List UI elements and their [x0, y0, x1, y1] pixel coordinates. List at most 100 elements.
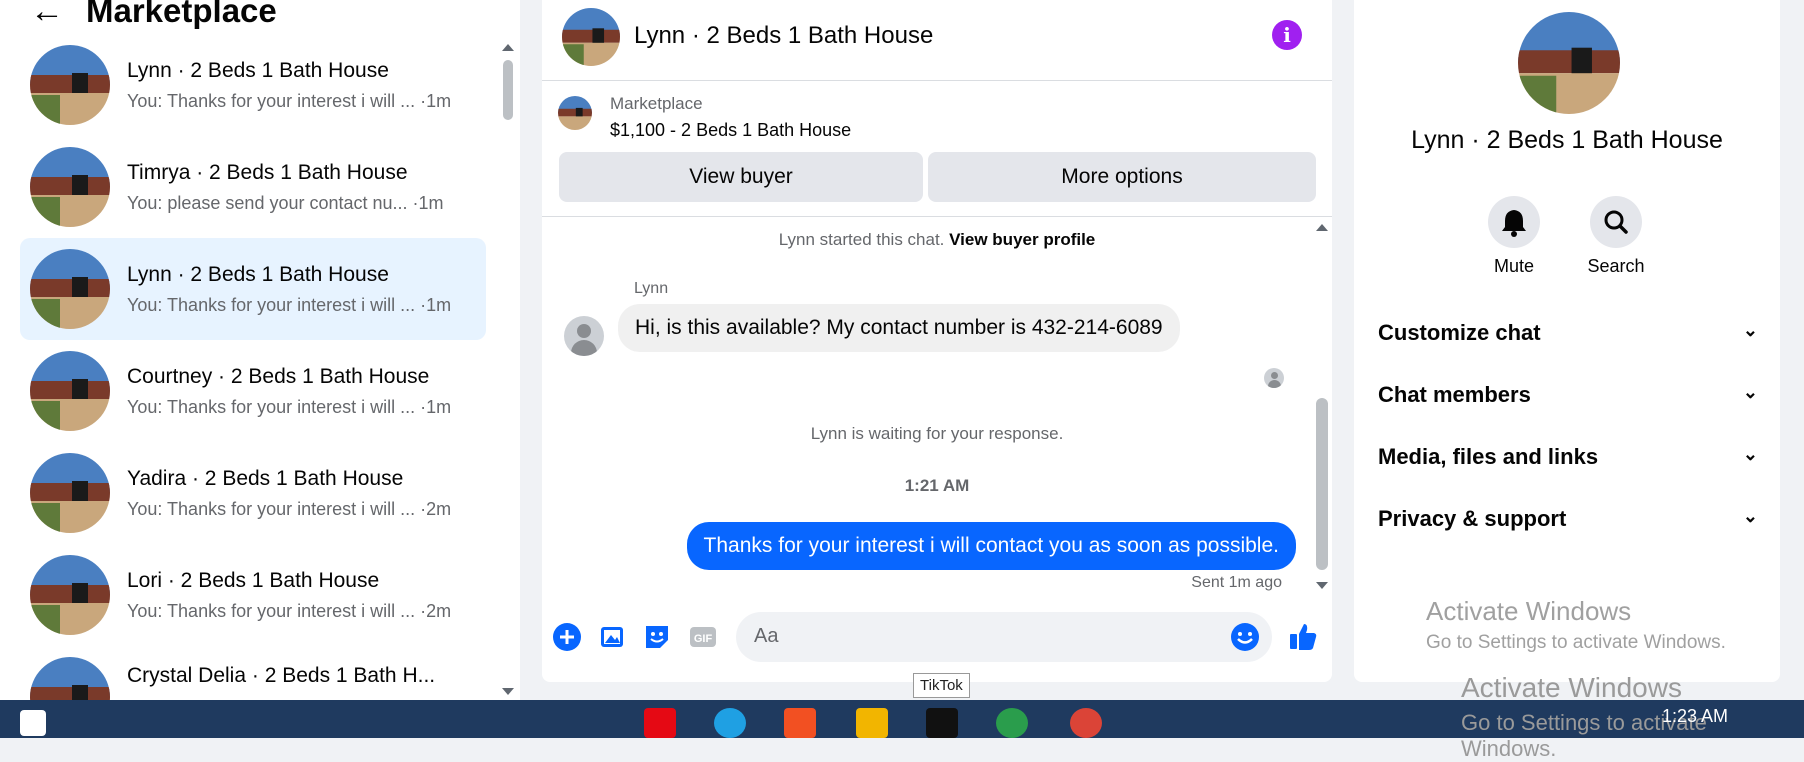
scroll-up-icon[interactable] — [1316, 224, 1328, 231]
scrollbar-thumb[interactable] — [503, 60, 513, 120]
scroll-down-icon[interactable] — [502, 688, 514, 695]
photo-icon[interactable] — [598, 622, 628, 652]
search-icon — [1590, 196, 1642, 248]
privacy-support-section[interactable]: Privacy & support ⌄ — [1378, 506, 1758, 532]
conversation-preview: You: please send your contact nu... ·1m — [127, 192, 444, 213]
conversation-preview: You: Thanks for your interest i will ...… — [127, 396, 452, 417]
windows-start-icon[interactable] — [20, 710, 46, 736]
chat-scrollbar[interactable] — [1312, 218, 1332, 598]
conversation-name: Lynn · 2 Beds 1 Bath House — [127, 262, 389, 286]
profile-name: Lynn · 2 Beds 1 Bath House — [1411, 126, 1723, 154]
conversation-name: Crystal Delia · 2 Beds 1 Bath H... — [127, 664, 436, 687]
avatar — [30, 657, 110, 700]
conversation-item[interactable]: Lori · 2 Beds 1 Bath House You: Thanks f… — [20, 544, 486, 646]
netflix-icon[interactable] — [644, 708, 676, 738]
conversation-preview: You: Thanks for your interest i will ...… — [127, 90, 452, 111]
conversation-preview: You: Thanks for your interest i will ...… — [127, 600, 452, 621]
avatar — [30, 453, 110, 533]
conversation-item[interactable]: Yadira · 2 Beds 1 Bath House You: Thanks… — [20, 442, 486, 544]
outgoing-message: Thanks for your interest i will contact … — [686, 522, 1296, 570]
incoming-message: Hi, is this available? My contact number… — [618, 304, 1180, 352]
avatar — [30, 351, 110, 431]
chat-details-panel: Lynn · 2 Beds 1 Bath House Mute Search C… — [1354, 0, 1780, 682]
section-label: Privacy & support — [1378, 506, 1567, 531]
conversation-item-active[interactable]: Lynn · 2 Beds 1 Bath House You: Thanks f… — [20, 238, 486, 340]
chevron-down-icon: ⌄ — [1742, 382, 1758, 402]
message-input[interactable]: Aa — [736, 612, 1272, 662]
scrollbar-thumb[interactable] — [1316, 398, 1328, 570]
conversation-preview: You: Thanks for your interest i will ...… — [127, 498, 452, 519]
arrow-left-icon[interactable]: ← — [30, 0, 64, 28]
conversation-name: Lynn · 2 Beds 1 Bath House — [127, 58, 389, 82]
avatar — [30, 249, 110, 329]
search-button[interactable]: Search — [1576, 196, 1656, 277]
conversation-name: Timrya · 2 Beds 1 Bath House — [127, 160, 408, 184]
chevron-down-icon: ⌄ — [1742, 320, 1758, 340]
sender-avatar — [564, 316, 604, 356]
avatar[interactable] — [562, 8, 620, 66]
view-buyer-button[interactable]: View buyer — [559, 152, 923, 202]
conversation-item[interactable]: Lynn · 2 Beds 1 Bath House You: Thanks f… — [20, 34, 486, 136]
scroll-down-icon[interactable] — [1316, 582, 1328, 589]
section-label: Media, files and links — [1378, 444, 1599, 469]
conversation-preview: You: Thanks for your interest i will ...… — [127, 294, 452, 315]
folder-icon[interactable] — [856, 708, 888, 738]
chat-start-text: Lynn started this chat. — [778, 230, 945, 249]
message-timestamp: 1:21 AM — [904, 476, 970, 495]
chat-members-section[interactable]: Chat members ⌄ — [1378, 382, 1758, 408]
mute-label: Mute — [1493, 256, 1535, 276]
waiting-notice: Lynn is waiting for your response. — [810, 424, 1064, 443]
conversation-name: Courtney · 2 Beds 1 Bath House — [127, 364, 430, 388]
chat-start-notice: Lynn started this chat. View buyer profi… — [542, 230, 1332, 250]
chrome-icon[interactable] — [996, 708, 1028, 738]
section-label: Customize chat — [1378, 320, 1541, 345]
more-options-button[interactable]: More options — [928, 152, 1316, 202]
scroll-up-icon[interactable] — [502, 44, 514, 51]
chat-header: Lynn · 2 Beds 1 Bath House i — [542, 0, 1332, 81]
activation-watermark-title: Activate Windows — [1426, 596, 1632, 626]
search-label: Search — [1587, 256, 1645, 276]
read-receipt-icon — [1264, 368, 1284, 388]
activation-watermark-title: Activate Windows — [1461, 672, 1682, 703]
view-buyer-profile-link[interactable]: View buyer profile — [949, 230, 1095, 249]
conversation-name: Yadira · 2 Beds 1 Bath House — [127, 466, 404, 490]
profile-avatar[interactable] — [1518, 12, 1620, 114]
chevron-down-icon: ⌄ — [1742, 444, 1758, 464]
gif-icon[interactable]: GIF — [688, 622, 718, 652]
conversation-item[interactable]: Courtney · 2 Beds 1 Bath House You: Than… — [20, 340, 486, 442]
sent-status: Sent 1m ago — [1191, 574, 1282, 591]
chrome-icon[interactable] — [1070, 708, 1102, 738]
emoji-icon[interactable] — [1230, 622, 1260, 657]
sender-name: Lynn — [634, 280, 669, 297]
thumbs-up-icon[interactable] — [1287, 620, 1317, 650]
message-input-placeholder: Aa — [754, 625, 779, 647]
message-thread: Lynn started this chat. View buyer profi… — [542, 218, 1332, 598]
store-icon[interactable] — [784, 708, 816, 738]
taskbar-clock[interactable]: 1:23 AM — [1662, 706, 1728, 727]
listing-title[interactable]: $1,100 - 2 Beds 1 Bath House — [610, 120, 851, 141]
message-composer: GIF Aa — [542, 608, 1332, 668]
chevron-down-icon: ⌄ — [1742, 506, 1758, 526]
activation-watermark-subtitle: Go to Settings to activate Windows. — [1426, 632, 1726, 653]
sidebar-scrollbar[interactable] — [497, 38, 519, 698]
sticker-icon[interactable] — [642, 622, 672, 652]
marketplace-label: Marketplace — [610, 94, 703, 113]
plus-icon[interactable] — [552, 622, 582, 652]
conversation-item[interactable]: Timrya · 2 Beds 1 Bath House You: please… — [20, 136, 486, 238]
chat-panel: Lynn · 2 Beds 1 Bath House i Marketplace… — [542, 0, 1332, 682]
listing-thumbnail — [558, 96, 592, 130]
marketplace-card: Marketplace $1,100 - 2 Beds 1 Bath House… — [542, 80, 1332, 217]
conversation-item[interactable]: Crystal Delia · 2 Beds 1 Bath H... — [20, 646, 486, 700]
conversation-sidebar: ← Marketplace Lynn · 2 Beds 1 Bath House… — [0, 0, 520, 700]
conversation-name: Lori · 2 Beds 1 Bath House — [127, 568, 380, 592]
avatar — [30, 555, 110, 635]
avatar — [30, 147, 110, 227]
mute-button[interactable]: Mute — [1474, 196, 1554, 277]
media-files-links-section[interactable]: Media, files and links ⌄ — [1378, 444, 1758, 470]
info-icon[interactable]: i — [1272, 20, 1302, 50]
section-label: Chat members — [1378, 382, 1531, 407]
tiktok-icon[interactable] — [926, 708, 958, 738]
edge-icon[interactable] — [714, 708, 746, 738]
chat-title[interactable]: Lynn · 2 Beds 1 Bath House — [634, 22, 933, 50]
customize-chat-section[interactable]: Customize chat ⌄ — [1378, 320, 1758, 346]
